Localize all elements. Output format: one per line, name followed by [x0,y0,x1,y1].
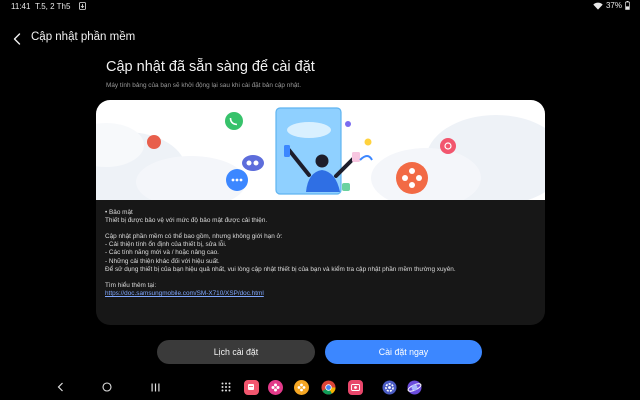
chevron-left-icon [13,33,21,45]
nav-back-button[interactable] [52,378,68,396]
settings-icon [382,380,396,394]
dock-app-samsung-internet[interactable] [406,378,422,396]
battery-icon [625,1,630,10]
status-right-group: 37% [593,1,630,10]
back-nav-icon [57,382,63,392]
list-item: - Cải thiện tính ổn định của thiết bị, s… [105,241,227,249]
chrome-icon [321,380,335,395]
status-time: 11:41 [11,2,31,11]
samsung-notes-icon [243,379,259,395]
dock-app-screen-recorder[interactable] [347,378,363,396]
install-now-button[interactable]: Cài đặt ngay [325,340,482,364]
navigation-bar [0,378,640,396]
update-illustration [96,100,545,200]
dock-app-bixby[interactable] [293,378,309,396]
apps-grid-button[interactable] [218,378,234,396]
dock-app-samsung-notes[interactable] [243,378,259,396]
update-advice: Để sử dụng thiết bị của bạn hiệu quả nhấ… [105,265,456,273]
update-details-card: • Bảo mật Thiết bị được bảo vệ với mức đ… [96,100,545,325]
samsung-internet-icon [407,380,421,394]
release-notes-link[interactable]: https://doc.samsungmobile.com/SM-X710/XS… [105,290,537,298]
battery-percent: 37% [605,1,622,10]
wifi-icon [593,2,603,10]
nav-home-button[interactable] [99,378,115,396]
learn-more-label: Tìm hiểu thêm tại: [105,281,157,289]
status-date: T.5, 2 Th5 [35,2,71,11]
restart-notice: Máy tính bảng của bạn sẽ khởi động lại s… [106,82,301,89]
dock-app-settings[interactable] [381,378,397,396]
bixby-icon [293,379,309,395]
download-icon [79,2,86,10]
dock-app-chrome[interactable] [320,378,336,396]
back-button[interactable] [10,31,24,47]
update-ready-title: Cập nhật đã sẵn sàng để cài đặt [106,59,315,75]
security-text: Thiết bị được bảo vệ với mức độ bảo mật … [105,217,268,225]
screen-recorder-icon [347,379,363,395]
security-heading: • Bảo mật [105,209,133,216]
list-item: - Các tính năng mới và / hoặc nâng cao. [105,249,219,257]
nav-recents-button[interactable] [147,378,163,396]
gallery-icon [267,379,283,395]
update-notes: • Bảo mật Thiết bị được bảo vệ với mức đ… [105,209,537,298]
recents-nav-icon [151,383,159,391]
status-bar: 11:41 T.5, 2 Th5 37% [0,0,640,14]
home-nav-icon [102,382,112,392]
list-item: - Những cải thiện khác đối với hiệu suất… [105,257,220,265]
apps-grid-icon [221,382,231,392]
page-title: Cập nhật phần mềm [31,31,136,43]
dock-app-gallery[interactable] [267,378,283,396]
schedule-install-button[interactable]: Lịch cài đặt [157,340,315,364]
